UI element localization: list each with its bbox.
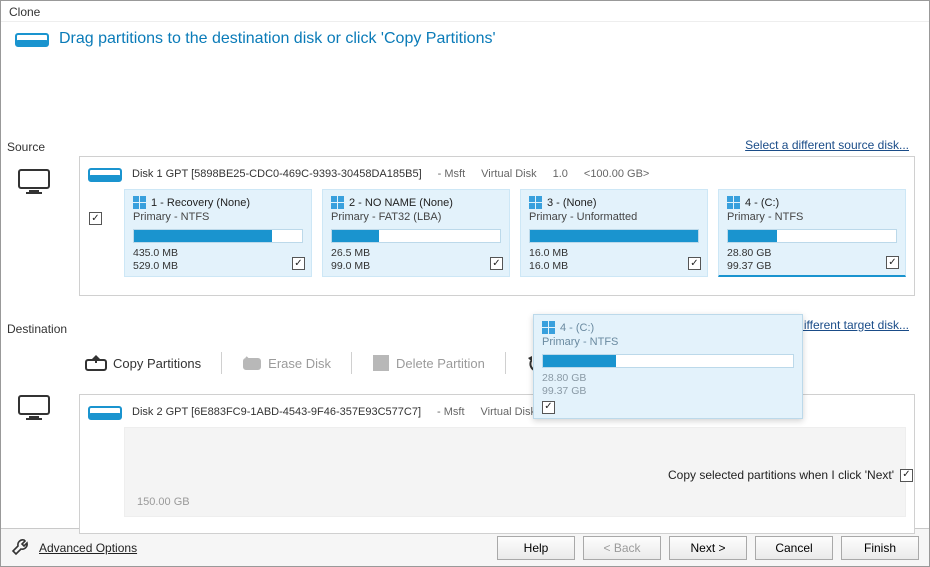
windows-icon	[331, 196, 344, 209]
partition-title: 2 - NO NAME (None)	[349, 197, 453, 209]
source-disk-checkbox[interactable]	[89, 212, 102, 225]
source-disk-type: Virtual Disk	[481, 168, 536, 180]
copy-selected-checkbox[interactable]	[900, 469, 913, 482]
dragged-partition-bar	[542, 354, 794, 368]
copy-partitions-button[interactable]: Copy Partitions	[81, 352, 205, 374]
partition-total: 99.37 GB	[727, 260, 771, 272]
partition-usage-bar	[331, 229, 501, 243]
partition-sub: Primary - Unformatted	[529, 211, 699, 223]
drive-icon	[15, 28, 49, 50]
partition-total: 99.0 MB	[331, 260, 370, 272]
partition-used: 435.0 MB	[133, 247, 178, 259]
separator	[221, 352, 222, 374]
window-title: Clone	[1, 1, 929, 22]
next-button[interactable]: Next >	[669, 536, 747, 560]
source-disk-header: Disk 1 GPT [5898BE25-CDC0-469C-9393-3045…	[80, 157, 914, 189]
destination-disk-vendor: Msft	[444, 406, 465, 418]
dragged-partition-title: 4 - (C:)	[560, 322, 594, 334]
erase-disk-label: Erase Disk	[268, 356, 331, 371]
partition-total: 16.0 MB	[529, 260, 568, 272]
dragged-partition-sub: Primary - NTFS	[542, 336, 794, 348]
partition-3[interactable]: 3 - (None) Primary - Unformatted 16.0 MB16…	[520, 189, 708, 277]
separator	[505, 352, 506, 374]
cancel-button[interactable]: Cancel	[755, 536, 833, 560]
partition-usage-bar	[727, 229, 897, 243]
clone-window: Clone Drag partitions to the destination…	[0, 0, 930, 567]
dragged-partition[interactable]: 4 - (C:) Primary - NTFS 28.80 GB99.37 GB	[533, 314, 803, 419]
separator	[351, 352, 352, 374]
dragged-partition-total: 99.37 GB	[542, 385, 586, 397]
source-disk-vendor: Msft	[444, 168, 465, 180]
copy-partitions-label: Copy Partitions	[113, 356, 201, 371]
monitor-icon	[17, 168, 51, 196]
erase-disk-icon	[242, 354, 262, 372]
partition-title: 4 - (C:)	[745, 197, 779, 209]
content-area: Source Select a different source disk...…	[1, 56, 929, 528]
partition-used: 26.5 MB	[331, 247, 370, 259]
back-button: < Back	[583, 536, 661, 560]
source-disk-name: Disk 1 GPT [5898BE25-CDC0-469C-9393-3045…	[132, 168, 422, 180]
select-source-link[interactable]: Select a different source disk...	[745, 138, 909, 152]
partition-sub: Primary - NTFS	[133, 211, 303, 223]
destination-toolbar: Copy Partitions Erase Disk Delete Partit…	[81, 352, 587, 374]
partition-title: 3 - (None)	[547, 197, 597, 209]
dragged-partition-checkbox[interactable]	[542, 401, 555, 414]
partition-title: 1 - Recovery (None)	[151, 197, 250, 209]
delete-partition-label: Delete Partition	[396, 356, 485, 371]
destination-disk-type: Virtual Disk	[481, 406, 536, 418]
windows-icon	[542, 321, 555, 334]
source-disk-capacity: <100.00 GB>	[584, 168, 649, 180]
partition-used: 28.80 GB	[727, 247, 771, 259]
partition-sub: Primary - NTFS	[727, 211, 897, 223]
destination-disk-name: Disk 2 GPT [6E883FC9-1ABD-4543-9F46-357E…	[132, 406, 421, 418]
source-label: Source	[7, 140, 45, 154]
partition-sub: Primary - FAT32 (LBA)	[331, 211, 501, 223]
delete-partition-icon	[372, 354, 390, 372]
partition-checkbox[interactable]	[688, 257, 701, 270]
monitor-icon	[17, 394, 51, 422]
erase-disk-button: Erase Disk	[238, 352, 335, 374]
partition-checkbox[interactable]	[292, 257, 305, 270]
source-disk-version: 1.0	[553, 168, 568, 180]
partition-usage-bar	[133, 229, 303, 243]
partition-checkbox[interactable]	[886, 256, 899, 269]
banner: Drag partitions to the destination disk …	[1, 22, 929, 56]
copy-partitions-icon	[85, 354, 107, 372]
dragged-partition-used: 28.80 GB	[542, 372, 586, 384]
copy-selected-row: Copy selected partitions when I click 'N…	[668, 468, 913, 482]
help-button[interactable]: Help	[497, 536, 575, 560]
wrench-icon	[11, 538, 31, 558]
copy-selected-label: Copy selected partitions when I click 'N…	[668, 468, 894, 482]
partition-2[interactable]: 2 - NO NAME (None) Primary - FAT32 (LBA) 2…	[322, 189, 510, 277]
advanced-options-link[interactable]: Advanced Options	[39, 541, 137, 555]
partition-1[interactable]: 1 - Recovery (None) Primary - NTFS 435.0 M…	[124, 189, 312, 277]
partition-4[interactable]: 4 - (C:) Primary - NTFS 28.80 GB99.37 GB	[718, 189, 906, 277]
banner-text: Drag partitions to the destination disk …	[59, 30, 496, 48]
windows-icon	[133, 196, 146, 209]
drive-icon	[88, 401, 122, 423]
source-disk-panel: Disk 1 GPT [5898BE25-CDC0-469C-9393-3045…	[79, 156, 915, 296]
finish-button[interactable]: Finish	[841, 536, 919, 560]
partition-checkbox[interactable]	[490, 257, 503, 270]
windows-icon	[529, 196, 542, 209]
drive-icon	[88, 163, 122, 185]
partition-usage-bar	[529, 229, 699, 243]
partition-total: 529.0 MB	[133, 260, 178, 272]
partition-used: 16.0 MB	[529, 247, 568, 259]
source-partitions: 1 - Recovery (None) Primary - NTFS 435.0 M…	[80, 189, 914, 285]
destination-free-label: 150.00 GB	[137, 496, 190, 508]
delete-partition-button: Delete Partition	[368, 352, 489, 374]
destination-label: Destination	[7, 322, 67, 336]
windows-icon	[727, 196, 740, 209]
